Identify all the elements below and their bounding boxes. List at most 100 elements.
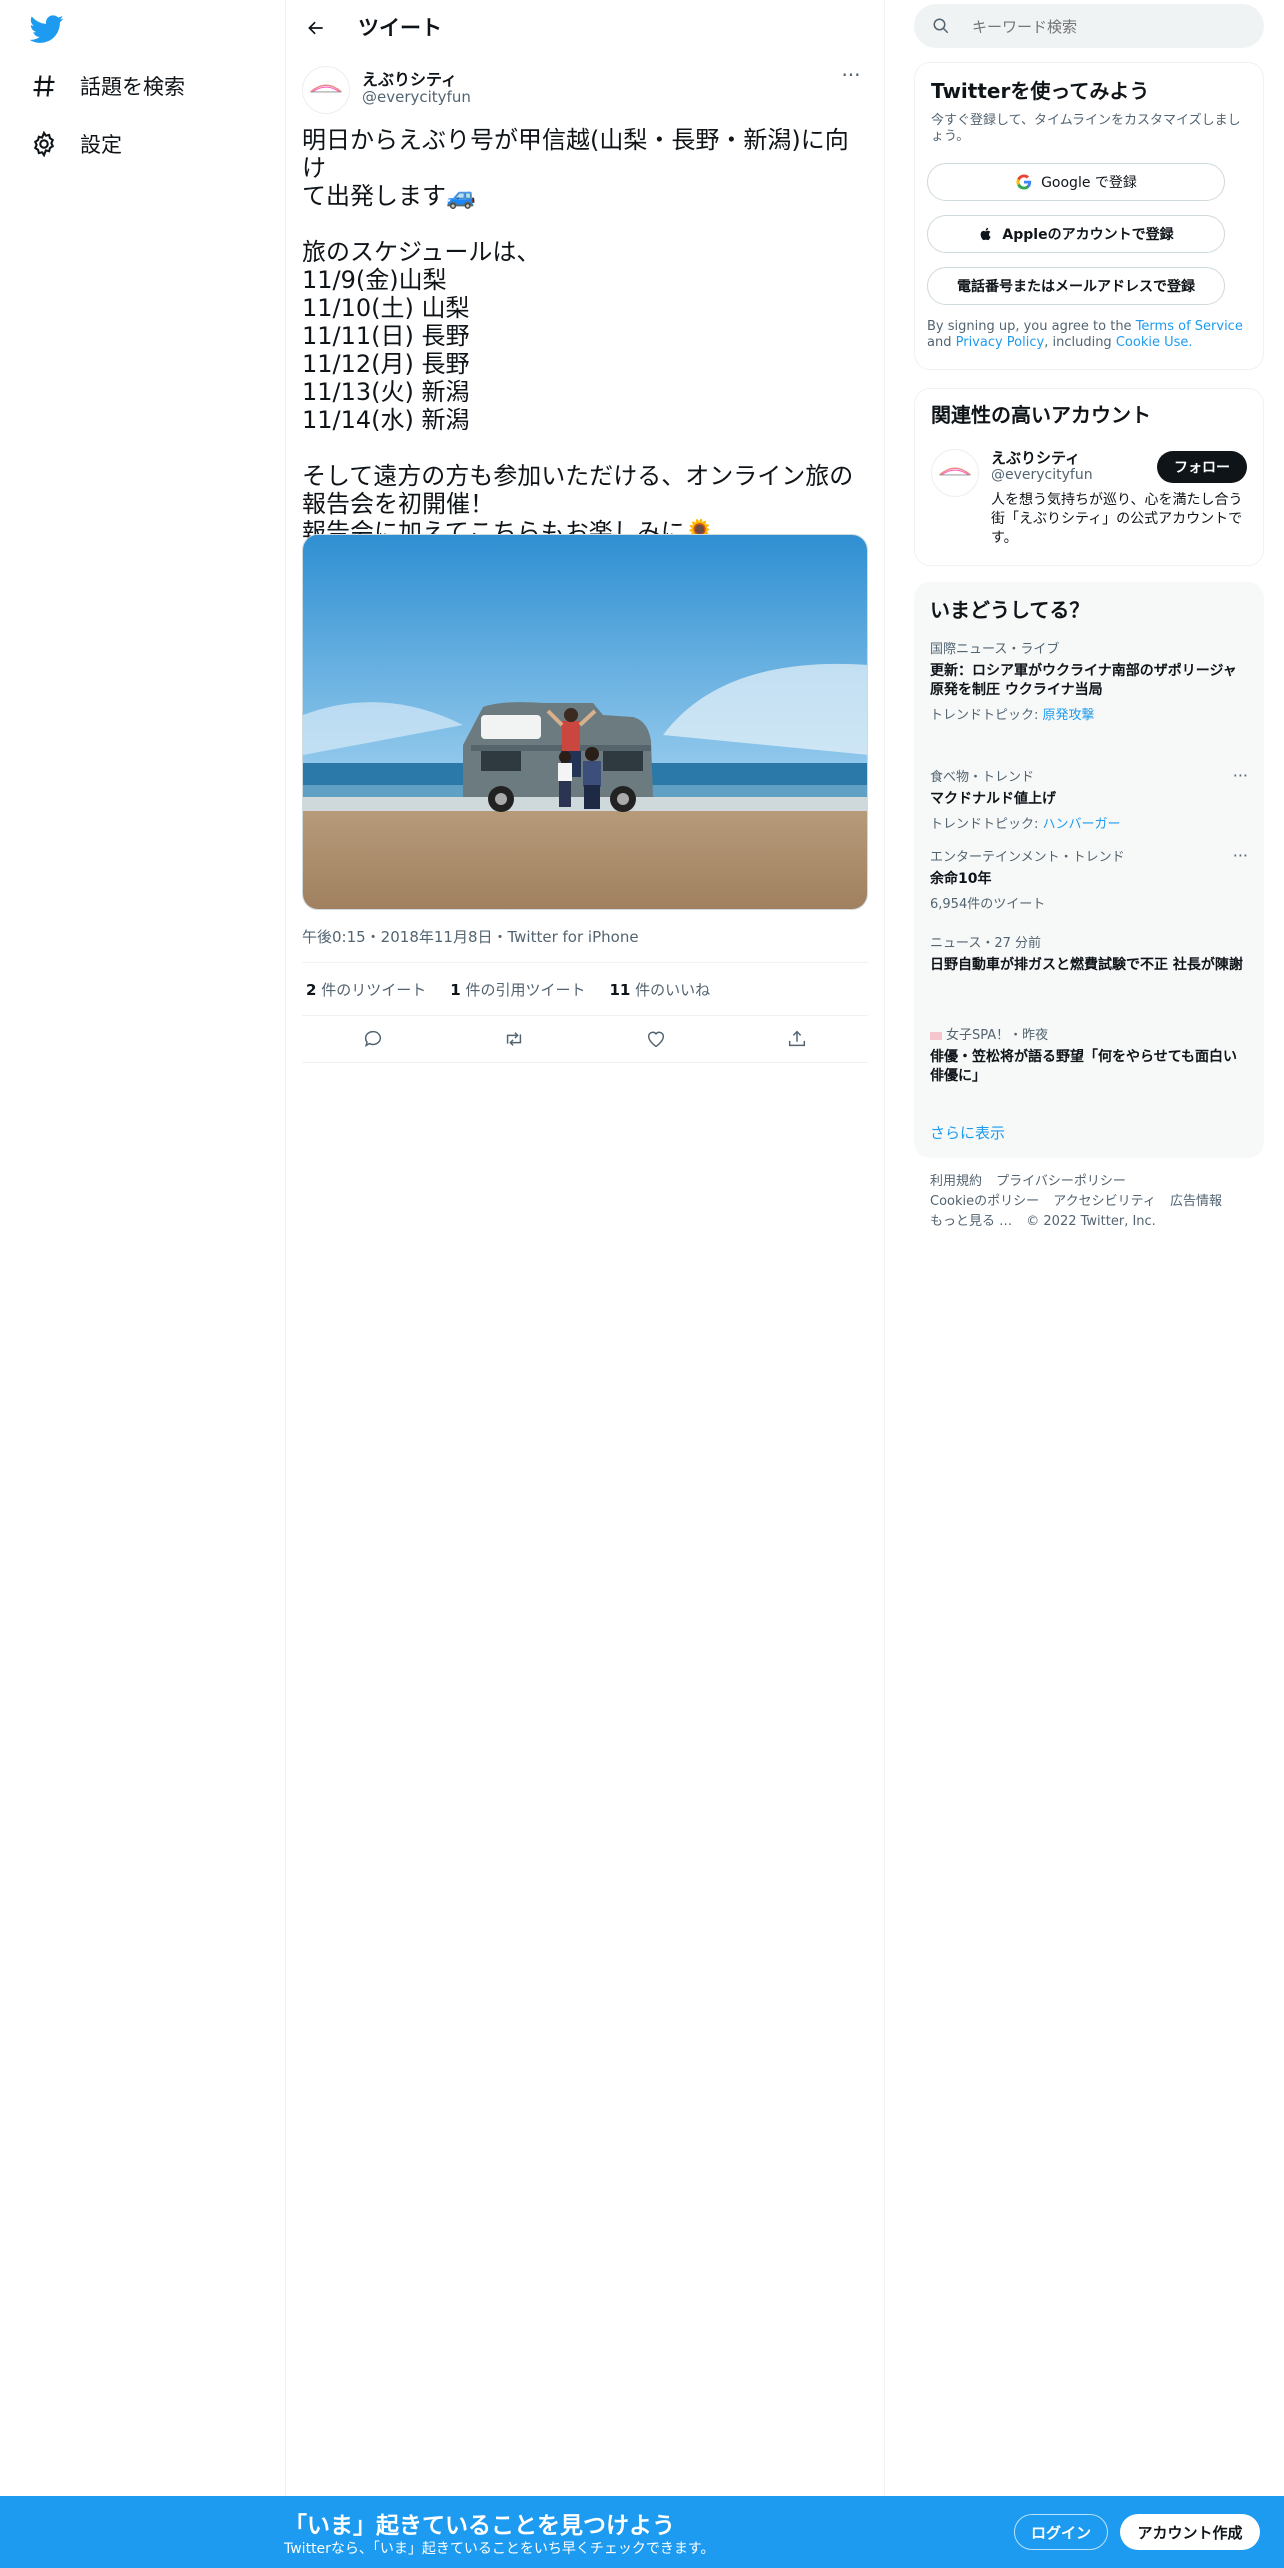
google-signup-label: Google で登録 [1041,175,1137,191]
trend-sub-prefix: トレンドトピック: [930,817,1039,832]
avatar[interactable] [931,449,979,497]
tweet-text-line [302,434,868,462]
tweet-text-line [302,210,868,238]
tweet-text-line: 11/11(日) 長野 [302,322,470,350]
search-box [914,4,1264,50]
tweet-author: えぶりシティ @everycityfun ··· [302,65,868,116]
likes-label: 件のいいね [635,980,711,999]
trend-sub: 6,954件のツイート [930,897,1046,912]
footer-link-accessibility[interactable]: アクセシビリティ [1053,1194,1156,1209]
show-more-link[interactable]: さらに表示 [930,1122,1005,1143]
nav-explore-label: 話題を検索 [80,75,185,99]
google-signup-button[interactable]: Google で登録 [927,163,1225,201]
more-icon[interactable]: ··· [1233,846,1248,865]
news-source-icon [930,1031,942,1040]
trend-item[interactable]: 国際ニュース・ライブ 更新：ロシア軍がウクライナ南部のザポリージャ原発を制圧 ウ… [930,642,1248,723]
main-column: ツイート えぶりシティ @everycityfun ··· 明日からえぶり号が甲… [286,0,885,2496]
nav-explore[interactable]: 話題を検索 [30,66,185,106]
trends-card: いまどうしてる？ 国際ニュース・ライブ 更新：ロシア軍がウクライナ南部のザポリー… [914,582,1264,1158]
likes-stat[interactable]: 11 件のいいね [605,979,710,1000]
apple-icon [981,227,992,241]
trend-category: 食べ物・トレンド [930,770,1035,785]
reply-icon[interactable] [353,1019,393,1059]
search-input[interactable] [970,4,1254,50]
author-handle: @everycityfun [362,88,471,106]
footer-link-tos[interactable]: 利用規約 [930,1174,982,1189]
tweet-text-line: 明日からえぶり号が甲信越(山梨・長野・新潟)に向け [302,126,849,182]
apple-signup-button[interactable]: Appleのアカウントで登録 [927,215,1225,253]
related-bio: 人を想う気持ちが巡り、心を満たし合う街「えぶりシティ」の公式アカウントです。 [991,492,1243,546]
related-title: 関連性の高いアカウント [931,403,1151,427]
quotes-stat[interactable]: 1 件の引用ツイート [446,979,585,1000]
create-account-button[interactable]: アカウント作成 [1120,2514,1260,2550]
trend-item[interactable]: ニュース・27 分前 日野自動車が排ガスと燃費試験で不正 社長が陳謝 [930,936,1248,975]
signup-card: Twitterを使ってみよう 今すぐ登録して、タイムラインをカスタマイズしましょ… [914,62,1264,370]
trend-item[interactable]: エンターテインメント・トレンド 余命10年 6,954件のツイート ··· [930,846,1248,912]
privacy-link[interactable]: Privacy Policy [956,335,1045,350]
quotes-label: 件の引用ツイート [465,980,586,999]
terms-and: and [927,335,952,350]
search-icon [933,18,949,34]
footer-link-more[interactable]: もっと見る … [930,1214,1012,1229]
twitter-logo-icon[interactable] [29,12,72,46]
trend-item[interactable]: 女子SPA！・昨夜 俳優・笠松将が語る野望「何をやらせても面白い俳優に」 [930,1028,1248,1086]
share-icon[interactable] [777,1019,817,1059]
cookie-link[interactable]: Cookie Use. [1116,335,1193,350]
nav-settings[interactable]: 設定 [30,124,122,164]
tweet-photo[interactable] [302,534,868,910]
tweet-text: 明日からえぶり号が甲信越(山梨・長野・新潟)に向け て出発します🚙 旅のスケジュール… [302,126,868,546]
tweet-text-line: て出発します🚙 [302,182,476,210]
tweet-text-line: 旅のスケジュールは、 [302,238,541,266]
login-button[interactable]: ログイン [1014,2514,1108,2550]
trend-title: 更新：ロシア軍がウクライナ南部のザポリージャ原発を制圧 ウクライナ当局 [930,663,1237,698]
trend-category-text: 女子SPA！・昨夜 [946,1028,1049,1043]
beach-van-photo [303,535,867,909]
footer-link-privacy[interactable]: プライバシーポリシー [996,1174,1126,1189]
tweet-text-line: 11/12(月) 長野 [302,350,470,378]
more-icon[interactable]: ··· [1233,766,1248,785]
tweet-text-line: 11/13(火) 新潟 [302,378,470,406]
terms-link[interactable]: Terms of Service [1136,319,1243,334]
related-name[interactable]: えぶりシティ [991,447,1080,468]
tweet-header: ツイート [286,0,884,54]
tweet-text-line: 報告会を初開催！ [302,490,494,518]
terms-prefix: By signing up, you agree to the [927,319,1132,334]
tweet-text-line: 11/14(水) 新潟 [302,406,470,434]
phone-email-signup-button[interactable]: 電話番号またはメールアドレスで登録 [927,267,1225,305]
more-icon[interactable]: ··· [834,65,868,94]
trend-category: 女子SPA！・昨夜 [930,1028,1248,1044]
page-title: ツイート [358,16,442,40]
trend-category: 国際ニュース・ライブ [930,642,1060,657]
trend-sub: トレンドトピック: 原発攻撃 [930,704,1248,723]
footer-link-cookie[interactable]: Cookieのポリシー [930,1194,1039,1209]
trend-sub-prefix: トレンドトピック: [930,708,1039,723]
trend-category: ニュース・27 分前 [930,936,1042,951]
signup-terms: By signing up, you agree to the Terms of… [927,319,1247,351]
trend-title: 日野自動車が排ガスと燃費試験で不正 社長が陳謝 [930,957,1243,973]
trend-sub: トレンドトピック: ハンバーガー [930,813,1248,832]
tweet-stats: 2 件のリツイート 1 件の引用ツイート 11 件のいいね [302,962,868,1016]
back-arrow-icon[interactable] [300,12,332,44]
trend-title: マクドナルド値上げ [930,791,1056,807]
footer-row-3: もっと見る … © 2022 Twitter, Inc. [930,1212,1250,1232]
quotes-count: 1 [450,980,461,999]
trend-item[interactable]: 食べ物・トレンド マクドナルド値上げ トレンドトピック: ハンバーガー ··· [930,766,1248,832]
bottom-signup-bar: 「いま」起きていることを見つけよう Twitterなら、「いま」起きていることを… [0,2496,1284,2568]
trend-title: 余命10年 [930,871,992,887]
signup-title: Twitterを使ってみよう [931,79,1150,103]
tweet-text-line: そして遠方の方も参加いただける、オンライン旅の [302,462,854,490]
trend-sub-link[interactable]: ハンバーガー [1043,817,1121,832]
tweet-timestamp[interactable]: 午後0:15・2018年11月8日・Twitter for iPhone [302,926,639,947]
like-icon[interactable] [636,1019,676,1059]
left-sidebar: 話題を検索 設定 [0,0,286,2496]
follow-button[interactable]: フォロー [1157,451,1247,483]
author-name[interactable]: えぶりシティ [362,66,457,90]
trends-title: いまどうしてる？ [930,598,1090,622]
retweet-icon[interactable] [494,1019,534,1059]
gear-icon [33,130,55,158]
trend-sub-link[interactable]: 原発攻撃 [1043,708,1095,723]
avatar[interactable] [302,66,350,114]
footer-link-ads[interactable]: 広告情報 [1170,1194,1222,1209]
trend-category: エンターテインメント・トレンド [930,850,1125,865]
retweets-stat[interactable]: 2 件のリツイート [302,979,426,1000]
